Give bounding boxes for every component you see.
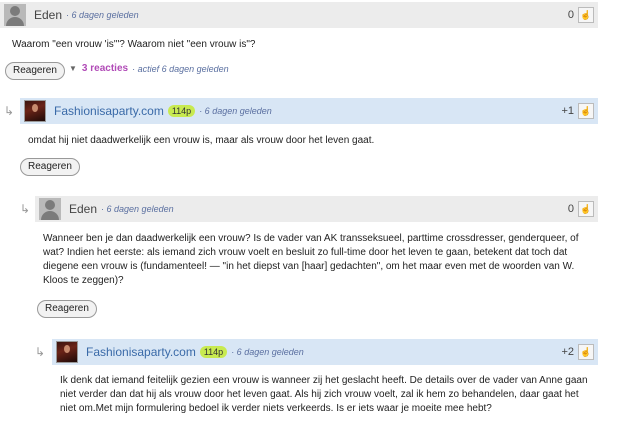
avatar[interactable] [4, 4, 26, 26]
vote-score: 0 [567, 9, 574, 21]
reply-button[interactable]: Reageren [5, 62, 65, 80]
thumbs-up-icon[interactable]: ☝ [578, 7, 594, 23]
avatar[interactable] [24, 100, 46, 122]
timestamp: · 6 dagen geleden [199, 106, 272, 116]
comment-header: Eden · 6 dagen geleden 0 ☝ [0, 2, 598, 28]
thumbs-up-icon[interactable]: ☝ [578, 201, 594, 217]
reply-button[interactable]: Reageren [20, 158, 80, 176]
comment-text: Waarom "een vrouw 'is'"? Waarom niet "ee… [12, 39, 256, 50]
username[interactable]: Eden [34, 8, 62, 22]
timestamp: · 6 dagen geleden [101, 204, 174, 214]
vote-score: 0 [567, 203, 574, 215]
comment-header: Fashionisaparty.com 114p · 6 dagen geled… [52, 339, 598, 365]
reply-button[interactable]: Reageren [37, 300, 97, 318]
comment-text: Ik denk dat iemand feitelijk gezien een … [60, 375, 588, 414]
reactions-count[interactable]: 3 reacties [82, 63, 128, 74]
timestamp: · 6 dagen geleden [66, 10, 139, 20]
active-timestamp: · actief 6 dagen geleden [132, 63, 229, 74]
avatar[interactable] [56, 341, 78, 363]
reply-arrow-icon: ↳ [35, 345, 46, 359]
username[interactable]: Eden [69, 202, 97, 216]
points-badge: 114p [199, 346, 228, 358]
thumbs-up-icon[interactable]: ☝ [578, 103, 594, 119]
username[interactable]: Fashionisaparty.com [54, 104, 164, 118]
thumbs-up-icon[interactable]: ☝ [578, 344, 594, 360]
comment-text: omdat hij niet daadwerkelijk een vrouw i… [28, 135, 375, 146]
points-badge: 114p [167, 105, 196, 117]
reactions-row: ▼ 3 reacties · actief 6 dagen geleden [69, 63, 229, 74]
reply-arrow-icon: ↳ [20, 202, 31, 216]
vote-score: +1 [561, 105, 574, 117]
avatar[interactable] [39, 198, 61, 220]
comment-header: Fashionisaparty.com 114p · 6 dagen geled… [20, 98, 598, 124]
comment-text: Wanneer ben je dan daadwerkelijk een vro… [43, 233, 579, 286]
comment-header: Eden · 6 dagen geleden 0 ☝ [35, 196, 598, 222]
timestamp: · 6 dagen geleden [231, 347, 304, 357]
vote-score: +2 [561, 346, 574, 358]
chevron-down-icon[interactable]: ▼ [69, 64, 77, 73]
username[interactable]: Fashionisaparty.com [86, 345, 196, 359]
reply-arrow-icon: ↳ [4, 104, 15, 118]
